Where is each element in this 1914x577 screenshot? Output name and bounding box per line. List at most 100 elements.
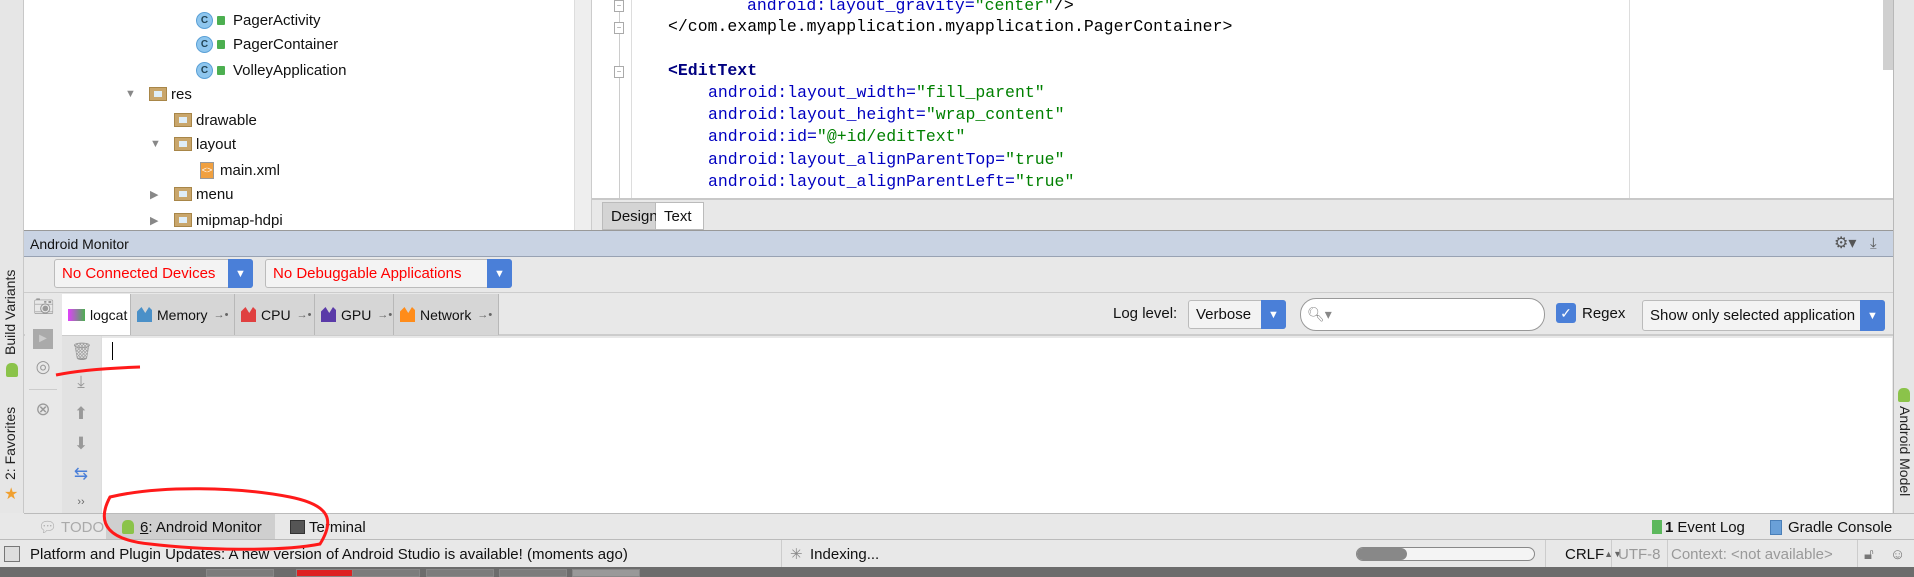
class-icon: C (196, 35, 213, 53)
tree-item-menu[interactable]: menu (174, 182, 234, 206)
tab-event-log[interactable]: 1 Event Log (1646, 514, 1751, 540)
soft-wrap-icon[interactable]: ⇆ (71, 464, 91, 484)
tab-cpu[interactable]: CPU →• (235, 294, 315, 335)
chevron-down-icon[interactable]: ▼ (487, 259, 512, 288)
gear-icon[interactable]: ⚙▾ (1834, 231, 1856, 257)
logcat-icon (68, 308, 85, 321)
taskbar-item[interactable] (206, 569, 274, 577)
log-level-select[interactable]: Verbose ▼ (1188, 300, 1286, 329)
scroll-to-end-icon[interactable]: ⤓ (71, 372, 91, 392)
tab-logcat[interactable]: logcat (62, 294, 131, 335)
pin-icon[interactable]: →• (214, 309, 229, 321)
tab-android-monitor[interactable]: 6: Android Monitor (106, 514, 275, 540)
tab-gradle-console[interactable]: Gradle Console (1764, 514, 1898, 540)
chevron-down-icon[interactable]: ▼ (1261, 300, 1286, 329)
text-caret (112, 342, 113, 360)
tab-design[interactable]: Design (602, 202, 658, 230)
tree-item-layout[interactable]: layout (174, 132, 236, 156)
expand-arrow-icon[interactable]: ▼ (125, 88, 136, 100)
chevron-down-icon[interactable]: ▼ (228, 259, 253, 288)
build-variants-tab[interactable]: Build Variants (2, 270, 18, 355)
tree-scrollbar[interactable] (574, 0, 592, 230)
device-select[interactable]: No Connected Devices ▼ (54, 259, 253, 288)
terminate-icon[interactable]: ⊗ (33, 399, 53, 419)
filter-select[interactable]: Show only selected application ▼ (1642, 300, 1885, 331)
lock-icon (217, 39, 225, 49)
android-monitor-header: Android Monitor ⚙▾ ⤓ (24, 230, 1893, 257)
hide-panel-icon[interactable]: ⤓ (1870, 231, 1877, 257)
android-icon (122, 520, 134, 534)
collapse-arrow-icon[interactable]: ▶ (150, 188, 158, 201)
fold-marker-icon[interactable]: − (614, 22, 624, 34)
code-line: android:layout_alignParentLeft="true" (708, 172, 1075, 191)
tree-item-main-xml[interactable]: <> main.xml (200, 158, 280, 182)
pin-icon[interactable]: →• (377, 309, 392, 321)
taskbar-item[interactable] (572, 569, 640, 577)
os-taskbar (0, 567, 1914, 577)
tree-item-pagercontainer[interactable]: C PagerContainer (196, 32, 338, 56)
collapse-arrow-icon[interactable]: ▶ (150, 214, 158, 227)
pin-icon[interactable]: →• (297, 309, 312, 321)
code-line: </com.example.myapplication.myapplicatio… (668, 17, 1233, 36)
code-line: android:layout_gravity="center"/> (747, 0, 1074, 15)
tab-todo[interactable]: 💬︎ TODO (32, 514, 110, 540)
line-separator[interactable]: CRLF ▲▼ (1565, 540, 1622, 568)
hector-icon[interactable]: ☺ (1890, 540, 1905, 568)
status-message[interactable]: Platform and Plugin Updates: A new versi… (30, 540, 628, 568)
context: Context: <not available> (1671, 545, 1833, 563)
tool-window-bar: 💬︎ TODO 6: Android Monitor Terminal 1 Even… (24, 513, 1914, 540)
log-search-input[interactable]: 🔍︎▾ (1300, 298, 1545, 331)
tab-gpu[interactable]: GPU →• (315, 294, 394, 335)
tab-memory[interactable]: Memory →• (131, 294, 235, 335)
trash-icon[interactable]: 🗑︎ (71, 342, 93, 362)
favorites-tab[interactable]: 2: Favorites (2, 407, 18, 480)
class-icon: C (196, 11, 213, 29)
indexing-status: Indexing... (810, 545, 880, 563)
pin-icon[interactable]: →• (477, 309, 492, 321)
chevron-down-icon[interactable]: ▼ (1860, 300, 1885, 331)
tab-network[interactable]: Network →• (394, 294, 499, 335)
right-margin-guide (1629, 0, 1630, 198)
folder-icon (174, 213, 192, 227)
xml-file-icon: <> (200, 161, 214, 179)
fold-marker-icon[interactable]: − (614, 0, 624, 12)
code-line: <EditText (668, 61, 758, 80)
tree-item-volleyapplication[interactable]: C VolleyApplication (196, 58, 346, 82)
fold-marker-icon[interactable]: − (614, 66, 624, 78)
camera-icon[interactable]: 📷︎ (33, 297, 55, 317)
toggle-tool-windows-icon[interactable] (4, 546, 20, 562)
taskbar-item[interactable] (352, 569, 420, 577)
tree-item-res[interactable]: res (149, 82, 192, 106)
gradle-console-icon (1770, 519, 1782, 535)
taskbar-item[interactable] (499, 569, 567, 577)
more-icon[interactable]: ›› (71, 492, 91, 512)
android-icon (1898, 388, 1910, 402)
log-level-label: Log level: (1113, 305, 1178, 322)
tree-item-mipmap-hdpi[interactable]: mipmap-hdpi (174, 208, 283, 232)
arrow-down-icon[interactable]: ⬇ (71, 434, 91, 454)
tree-item-drawable[interactable]: drawable (174, 108, 257, 132)
taskbar-item[interactable] (426, 569, 494, 577)
left-tool-stripe: Build Variants 2: Favorites ★ (0, 0, 24, 513)
expand-arrow-icon[interactable]: ▼ (150, 138, 161, 150)
right-tool-stripe: Android Model (1893, 0, 1914, 513)
android-icon (6, 363, 18, 377)
system-info-icon[interactable]: ◎ (33, 357, 53, 377)
tab-text[interactable]: Text (656, 202, 704, 230)
lock-icon (217, 65, 225, 75)
tree-item-pageractivity[interactable]: C PagerActivity (196, 8, 321, 32)
arrow-up-icon[interactable]: ⬆ (71, 404, 91, 424)
editor-scrollbar[interactable] (1883, 0, 1893, 70)
folder-icon (174, 187, 192, 201)
android-model-tab[interactable]: Android Model (1897, 406, 1913, 496)
record-icon[interactable]: ▶ (33, 329, 53, 349)
app-select[interactable]: No Debuggable Applications ▼ (265, 259, 512, 288)
encoding[interactable]: UTF-8 (1618, 540, 1661, 568)
res-folder-icon (149, 87, 167, 101)
logcat-output[interactable] (102, 338, 1892, 513)
regex-checkbox[interactable]: ✓ (1556, 303, 1576, 323)
code-line: android:layout_alignParentTop="true" (708, 150, 1065, 169)
lock-icon[interactable]: 🔓︎ (1864, 540, 1874, 568)
monitor-tabs-row: logcat Memory →• CPU →• GPU →• Network →• Lo… (24, 292, 1893, 336)
tab-terminal[interactable]: Terminal (284, 514, 372, 540)
